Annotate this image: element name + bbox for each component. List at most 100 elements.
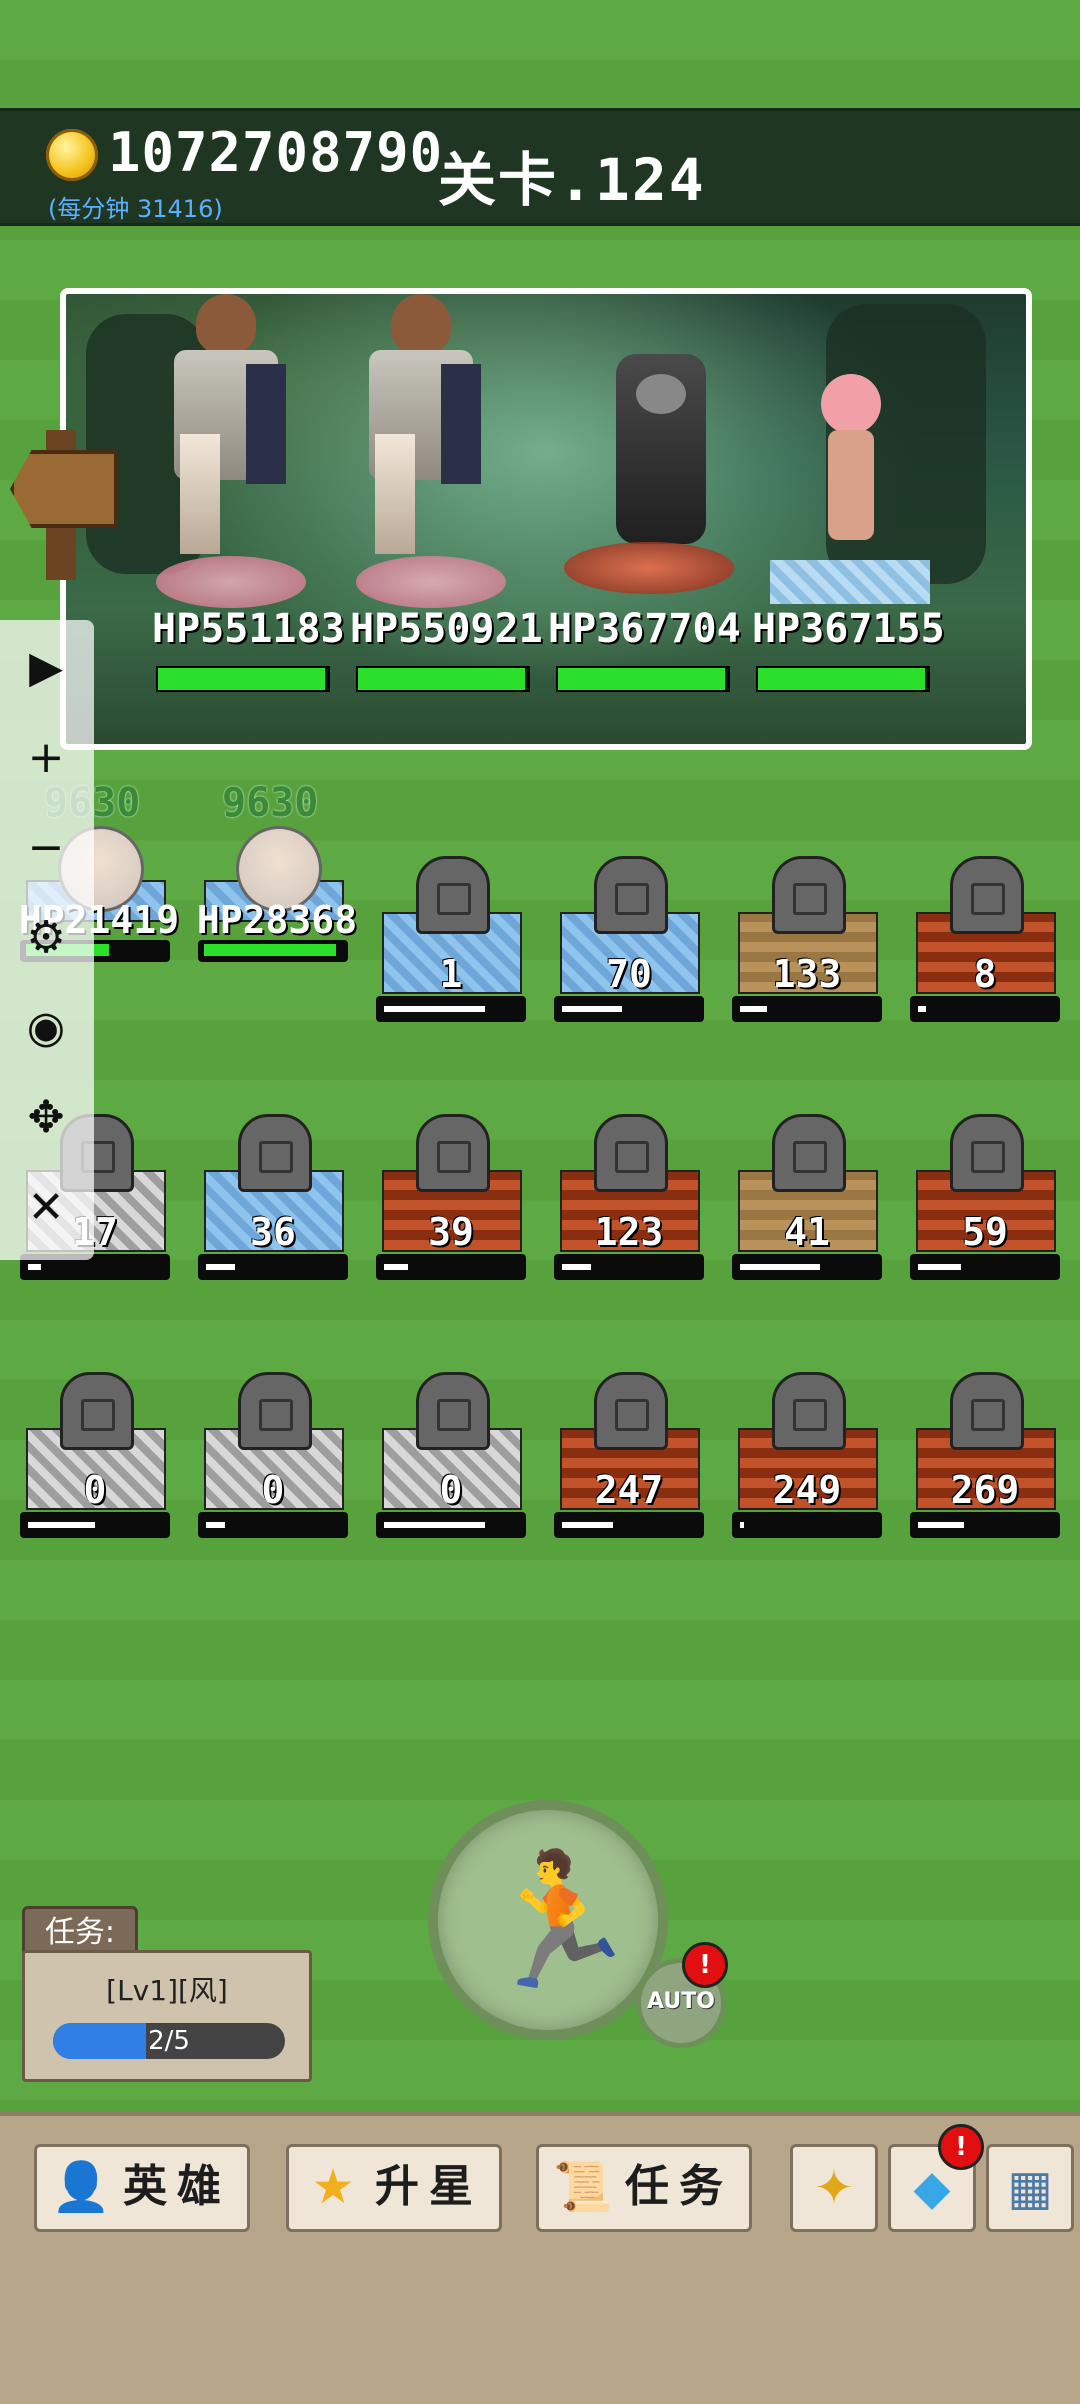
- hero-unit[interactable]: 9630 HP28368: [197, 780, 357, 962]
- slot-progress-bar: [732, 1512, 882, 1538]
- heroes-button[interactable]: 👤 英雄: [34, 2144, 250, 2232]
- slot-value: 1: [439, 952, 463, 996]
- move-icon[interactable]: ✥: [18, 1090, 74, 1146]
- minus-icon[interactable]: −: [18, 820, 74, 876]
- slot-progress-bar: [732, 996, 882, 1022]
- close-icon[interactable]: ✕: [18, 1180, 74, 1236]
- slot-progress-bar: [554, 1512, 704, 1538]
- tombstone-icon: [594, 856, 668, 934]
- hero-portrait-icon: 👤: [51, 2159, 111, 2215]
- play-icon[interactable]: ▶: [18, 640, 74, 696]
- tombstone-icon: [950, 1114, 1024, 1192]
- map-book-button[interactable]: ▦: [986, 2144, 1074, 2232]
- signpost-back-button[interactable]: [10, 430, 118, 580]
- slot-progress-fill: [384, 1006, 485, 1012]
- enemy-hp-label: HP367704: [548, 606, 741, 652]
- quests-label: 任务: [625, 2161, 733, 2212]
- slot-progress-bar: [198, 1254, 348, 1280]
- stage-label: 关卡.124: [438, 146, 706, 214]
- tombstone-icon: [416, 856, 490, 934]
- enemy-pink-girl: [806, 374, 896, 564]
- tombstone-icon: [950, 856, 1024, 934]
- tombstone-icon: [60, 1372, 134, 1450]
- gold-per-minute: (每分钟 31416): [48, 195, 223, 223]
- damage-number: 9630: [222, 780, 319, 826]
- gear-icon[interactable]: ⚙: [18, 910, 74, 966]
- battle-scene: HP551183 HP550921 HP367704 HP367155: [60, 288, 1032, 750]
- slot-value: 36: [250, 1210, 296, 1254]
- grave-slot[interactable]: 0: [198, 1372, 348, 1542]
- hero-hp-label: HP28368: [196, 898, 358, 942]
- gold-coin-icon: [46, 129, 98, 181]
- slot-progress-bar: [732, 1254, 882, 1280]
- slot-value: 133: [772, 952, 842, 996]
- slot-progress-bar: [376, 1254, 526, 1280]
- slot-progress-bar: [910, 1512, 1060, 1538]
- run-button[interactable]: 🏃: [428, 1800, 668, 2040]
- grave-slot[interactable]: 247: [554, 1372, 704, 1542]
- slot-value: 269: [950, 1468, 1020, 1512]
- slot-value: 123: [594, 1210, 664, 1254]
- enemy-hp-bar: [756, 666, 930, 692]
- slot-progress-bar: [554, 1254, 704, 1280]
- slot-progress-bar: [376, 996, 526, 1022]
- slot-progress-bar: [20, 1512, 170, 1538]
- tombstone-icon: [238, 1114, 312, 1192]
- task-panel[interactable]: [Lv1][风] 2/5: [22, 1950, 312, 2082]
- grave-slot[interactable]: 39: [376, 1114, 526, 1284]
- bottom-nav-panel: 👤 英雄 ★ 升星 📜 任务 ✦ ◆ ▦: [0, 2112, 1080, 2404]
- compass-button[interactable]: ✦: [790, 2144, 878, 2232]
- grave-slot[interactable]: 0: [376, 1372, 526, 1542]
- grave-slot[interactable]: 36: [198, 1114, 348, 1284]
- tombstone-icon: [594, 1372, 668, 1450]
- hero-hp-bar: [198, 940, 348, 962]
- grave-slot[interactable]: 41: [732, 1114, 882, 1284]
- plus-icon[interactable]: +: [18, 730, 74, 786]
- slot-progress-fill: [740, 1006, 767, 1012]
- enemy-hp-label: HP367155: [752, 606, 945, 652]
- slot-progress-fill: [918, 1006, 926, 1012]
- enemy-hp-bar: [556, 666, 730, 692]
- task-progress-label: 2/5: [148, 2026, 190, 2056]
- gold-amount: 1072708790: [108, 121, 444, 184]
- star-upgrade-button[interactable]: ★ 升星: [286, 2144, 502, 2232]
- tool-sidebar: ▶ + − ⚙ ◉ ✥ ✕: [0, 620, 94, 1260]
- slot-value: 39: [428, 1210, 474, 1254]
- tombstone-icon: [950, 1372, 1024, 1450]
- grave-slot[interactable]: 133: [732, 856, 882, 1026]
- grave-slot[interactable]: 8: [910, 856, 1060, 1026]
- slot-progress-fill: [918, 1522, 964, 1528]
- enemy-dark-armor: [586, 314, 726, 554]
- slot-progress-fill: [740, 1264, 820, 1270]
- slot-progress-fill: [206, 1522, 225, 1528]
- slot-progress-bar: [554, 996, 704, 1022]
- task-level: [Lv1][风]: [106, 1974, 228, 2007]
- tombstone-icon: [772, 1114, 846, 1192]
- enemy-base: [156, 556, 306, 608]
- compass-icon: ✦: [813, 2160, 855, 2216]
- grave-slot[interactable]: 70: [554, 856, 704, 1026]
- task-progress-bar: 2/5: [53, 2023, 285, 2059]
- star-upgrade-label: 升星: [375, 2161, 483, 2212]
- grave-slot[interactable]: 269: [910, 1372, 1060, 1542]
- grave-slot[interactable]: 249: [732, 1372, 882, 1542]
- slot-value: 0: [439, 1468, 463, 1512]
- enemy-hp-label: HP551183: [152, 606, 345, 652]
- grave-slot[interactable]: 0: [20, 1372, 170, 1542]
- grave-slot[interactable]: 1: [376, 856, 526, 1026]
- enemy-knight: [156, 294, 296, 594]
- shop-alert-badge: !: [938, 2124, 984, 2170]
- grave-slot[interactable]: 59: [910, 1114, 1060, 1284]
- slot-progress-fill: [28, 1522, 95, 1528]
- slot-progress-bar: [198, 1512, 348, 1538]
- quests-button[interactable]: 📜 任务: [536, 2144, 752, 2232]
- eye-icon[interactable]: ◉: [18, 1000, 74, 1056]
- star-icon: ★: [311, 2159, 355, 2215]
- grave-slot[interactable]: 123: [554, 1114, 704, 1284]
- top-bar: 1072708790 (每分钟 31416) 关卡.124: [0, 108, 1080, 226]
- enemy-hp-bar: [356, 666, 530, 692]
- enemy-hp-bar: [156, 666, 330, 692]
- slot-value: 70: [606, 952, 652, 996]
- slot-progress-fill: [918, 1264, 961, 1270]
- slot-value: 0: [261, 1468, 285, 1512]
